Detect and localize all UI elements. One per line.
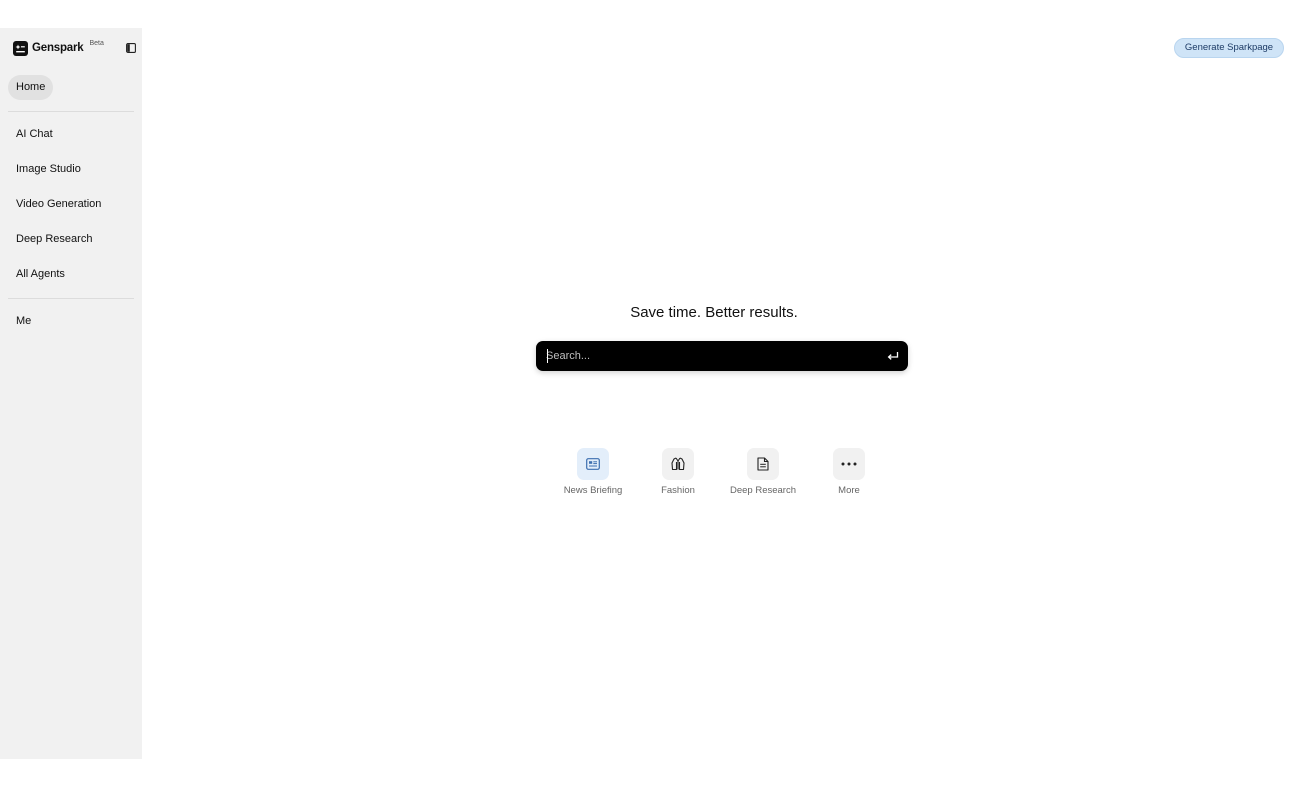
app-window: Genspark Beta Home AI Chat Image Studio … <box>0 28 1300 759</box>
quick-action-label: News Briefing <box>563 485 623 496</box>
sidebar-nav: Home AI Chat Image Studio Video Generati… <box>8 75 134 334</box>
brand-name: Genspark <box>32 42 84 54</box>
sidebar-toggle-icon[interactable] <box>124 41 137 54</box>
quick-action-fashion[interactable]: Fashion <box>638 448 718 496</box>
sidebar-item-ai-chat[interactable]: AI Chat <box>8 122 134 147</box>
sidebar-item-image-studio[interactable]: Image Studio <box>8 157 134 182</box>
brand[interactable]: Genspark Beta <box>13 40 104 56</box>
more-dots-icon <box>833 448 865 480</box>
search-input[interactable] <box>546 347 866 365</box>
document-icon <box>747 448 779 480</box>
nav-divider <box>8 298 134 299</box>
quick-action-label: More <box>838 485 860 496</box>
quick-action-deep-research[interactable]: Deep Research <box>723 448 803 496</box>
sidebar-item-all-agents[interactable]: All Agents <box>8 262 134 287</box>
nav-divider <box>8 111 134 112</box>
page-headline: Save time. Better results. <box>630 304 798 321</box>
quick-action-more[interactable]: More <box>809 448 889 496</box>
sidebar-item-home[interactable]: Home <box>8 75 54 100</box>
sidebar-item-deep-research[interactable]: Deep Research <box>8 227 134 252</box>
enter-icon[interactable] <box>885 348 901 364</box>
jacket-icon <box>662 448 694 480</box>
quick-action-label: Deep Research <box>729 485 796 496</box>
quick-action-news-briefing[interactable]: News Briefing <box>553 448 633 496</box>
news-icon <box>577 448 609 480</box>
quick-action-label: Fashion <box>661 485 695 496</box>
text-caret <box>547 349 548 363</box>
search-bar <box>536 341 908 371</box>
sidebar: Genspark Beta Home AI Chat Image Studio … <box>0 28 142 759</box>
generate-sparkpage-button[interactable]: Generate Sparkpage <box>1174 38 1284 58</box>
beta-badge: Beta <box>89 39 104 47</box>
genspark-logo-icon <box>13 40 28 56</box>
sidebar-item-video-generation[interactable]: Video Generation <box>8 192 134 217</box>
sidebar-item-me[interactable]: Me <box>8 309 134 334</box>
